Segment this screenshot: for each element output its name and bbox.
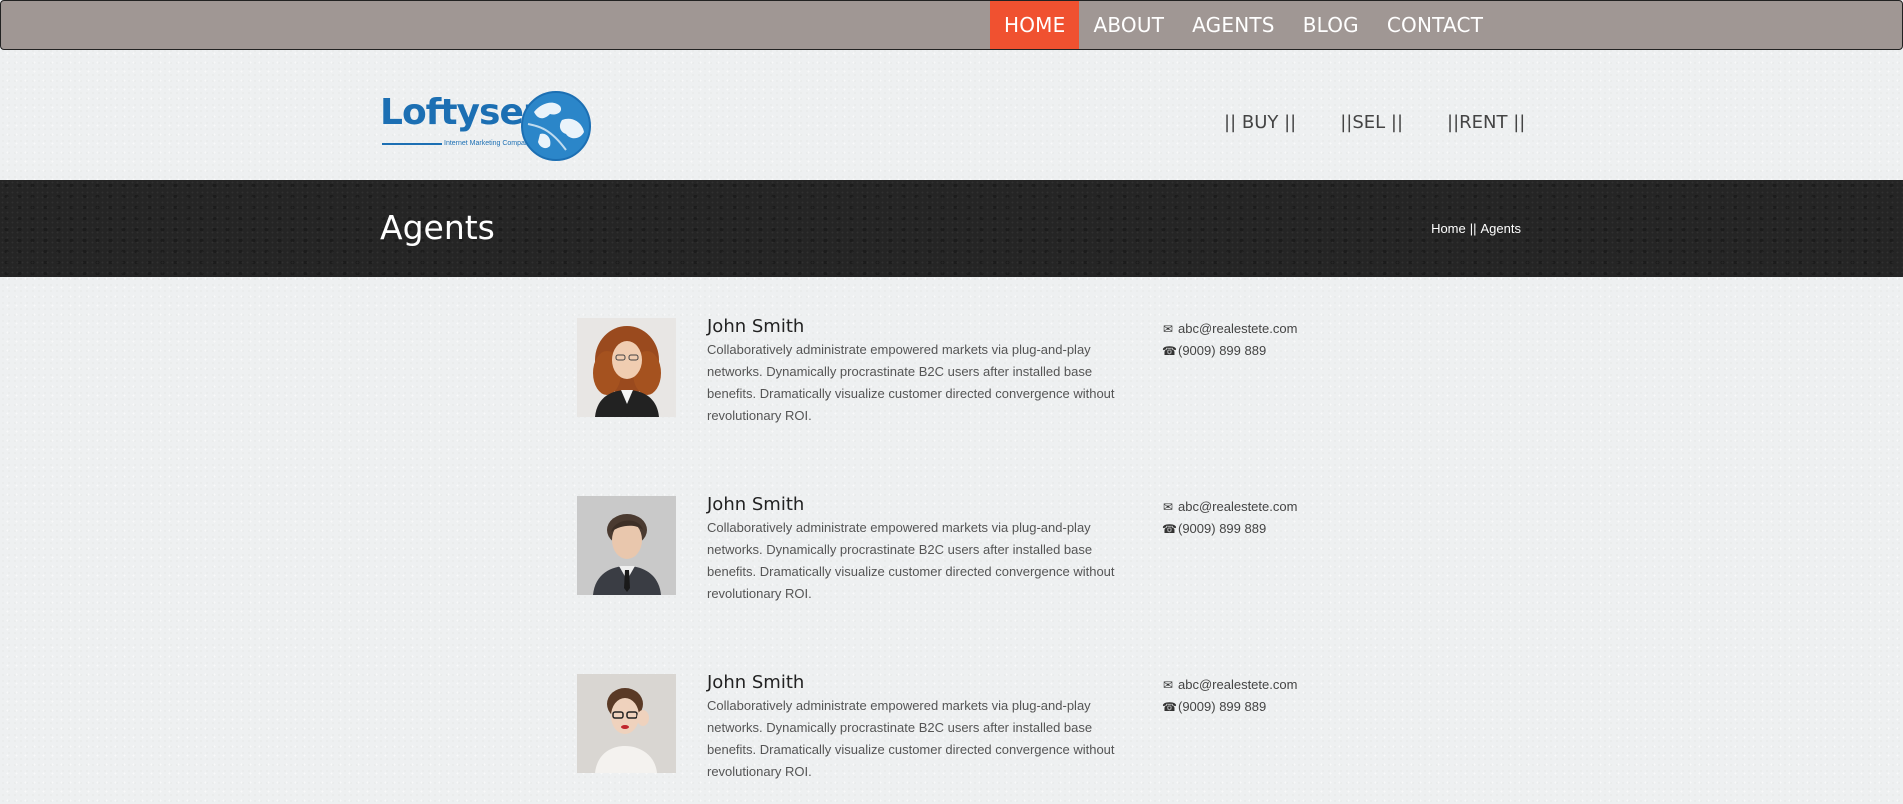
nav-item-home[interactable]: HOME — [990, 1, 1080, 49]
agent-email-row: ✉ abc@realestete.com — [1162, 674, 1297, 696]
agent-photo-woman-glasses-icon — [577, 674, 676, 773]
nav-item-contact[interactable]: CONTACT — [1373, 1, 1497, 49]
agent-email[interactable]: abc@realestete.com — [1178, 496, 1297, 518]
subnav-sell-link[interactable]: ||SEL || — [1340, 112, 1403, 133]
page-title: Agents — [380, 208, 495, 247]
agent-phone-row: ☎ (9009) 899 889 — [1162, 518, 1297, 540]
agent-bio: Collaboratively administrate empowered m… — [707, 520, 1115, 601]
agent-card: John Smith Collaboratively administrate … — [577, 494, 1377, 626]
breadcrumb-home-link[interactable]: Home — [1431, 221, 1466, 236]
breadcrumb-current: Agents — [1480, 221, 1521, 236]
subnav-rent-link[interactable]: ||RENT || — [1447, 112, 1525, 133]
site-logo[interactable]: Loftyserp Internet Marketing Company — [380, 88, 592, 164]
phone-icon: ☎ — [1162, 344, 1177, 358]
phone-icon: ☎ — [1162, 700, 1177, 714]
agent-phone: (9009) 899 889 — [1178, 343, 1267, 358]
page-title-bar: Agents Home || Agents — [0, 180, 1903, 277]
logo-underline — [382, 143, 442, 145]
agent-photo[interactable] — [577, 674, 676, 773]
top-nav-menu: HOME ABOUT AGENTS BLOG CONTACT — [990, 1, 1497, 49]
agent-email-row: ✉ abc@realestete.com — [1162, 318, 1297, 340]
agent-photo-man-suit-icon — [577, 496, 676, 595]
envelope-icon: ✉ — [1162, 322, 1174, 336]
agent-name[interactable]: John Smith — [707, 316, 804, 337]
globe-icon — [521, 91, 591, 161]
agent-photo[interactable] — [577, 318, 676, 417]
agent-contact: ✉ abc@realestete.com ☎ (9009) 899 889 — [1162, 496, 1297, 540]
agent-email[interactable]: abc@realestete.com — [1178, 674, 1297, 696]
agent-phone: (9009) 899 889 — [1178, 521, 1267, 536]
subnav-buy-link[interactable]: || BUY || — [1224, 112, 1296, 133]
envelope-icon: ✉ — [1162, 678, 1174, 692]
agent-photo[interactable] — [577, 496, 676, 595]
top-navbar: HOME ABOUT AGENTS BLOG CONTACT — [0, 0, 1903, 50]
agent-email-row: ✉ abc@realestete.com — [1162, 496, 1297, 518]
envelope-icon: ✉ — [1162, 500, 1174, 514]
agent-bio: Collaboratively administrate empowered m… — [707, 698, 1115, 779]
agent-card: John Smith Collaboratively administrate … — [577, 672, 1377, 804]
phone-icon: ☎ — [1162, 522, 1177, 536]
property-subnav: || BUY || ||SEL || ||RENT || — [1224, 112, 1525, 133]
agent-phone-row: ☎ (9009) 899 889 — [1162, 340, 1297, 362]
nav-item-about[interactable]: ABOUT — [1079, 1, 1178, 49]
agent-email[interactable]: abc@realestete.com — [1178, 318, 1297, 340]
agent-contact: ✉ abc@realestete.com ☎ (9009) 899 889 — [1162, 674, 1297, 718]
agent-phone: (9009) 899 889 — [1178, 699, 1267, 714]
agent-name[interactable]: John Smith — [707, 494, 804, 515]
agent-name[interactable]: John Smith — [707, 672, 804, 693]
agent-bio: Collaboratively administrate empowered m… — [707, 342, 1115, 423]
agent-contact: ✉ abc@realestete.com ☎ (9009) 899 889 — [1162, 318, 1297, 362]
breadcrumb: Home || Agents — [1431, 221, 1521, 236]
nav-item-agents[interactable]: AGENTS — [1178, 1, 1289, 49]
nav-item-blog[interactable]: BLOG — [1289, 1, 1373, 49]
breadcrumb-separator: || — [1469, 221, 1477, 236]
agent-photo-woman-curly-hair-icon — [577, 318, 676, 417]
agent-phone-row: ☎ (9009) 899 889 — [1162, 696, 1297, 718]
agent-card: John Smith Collaboratively administrate … — [577, 316, 1377, 448]
